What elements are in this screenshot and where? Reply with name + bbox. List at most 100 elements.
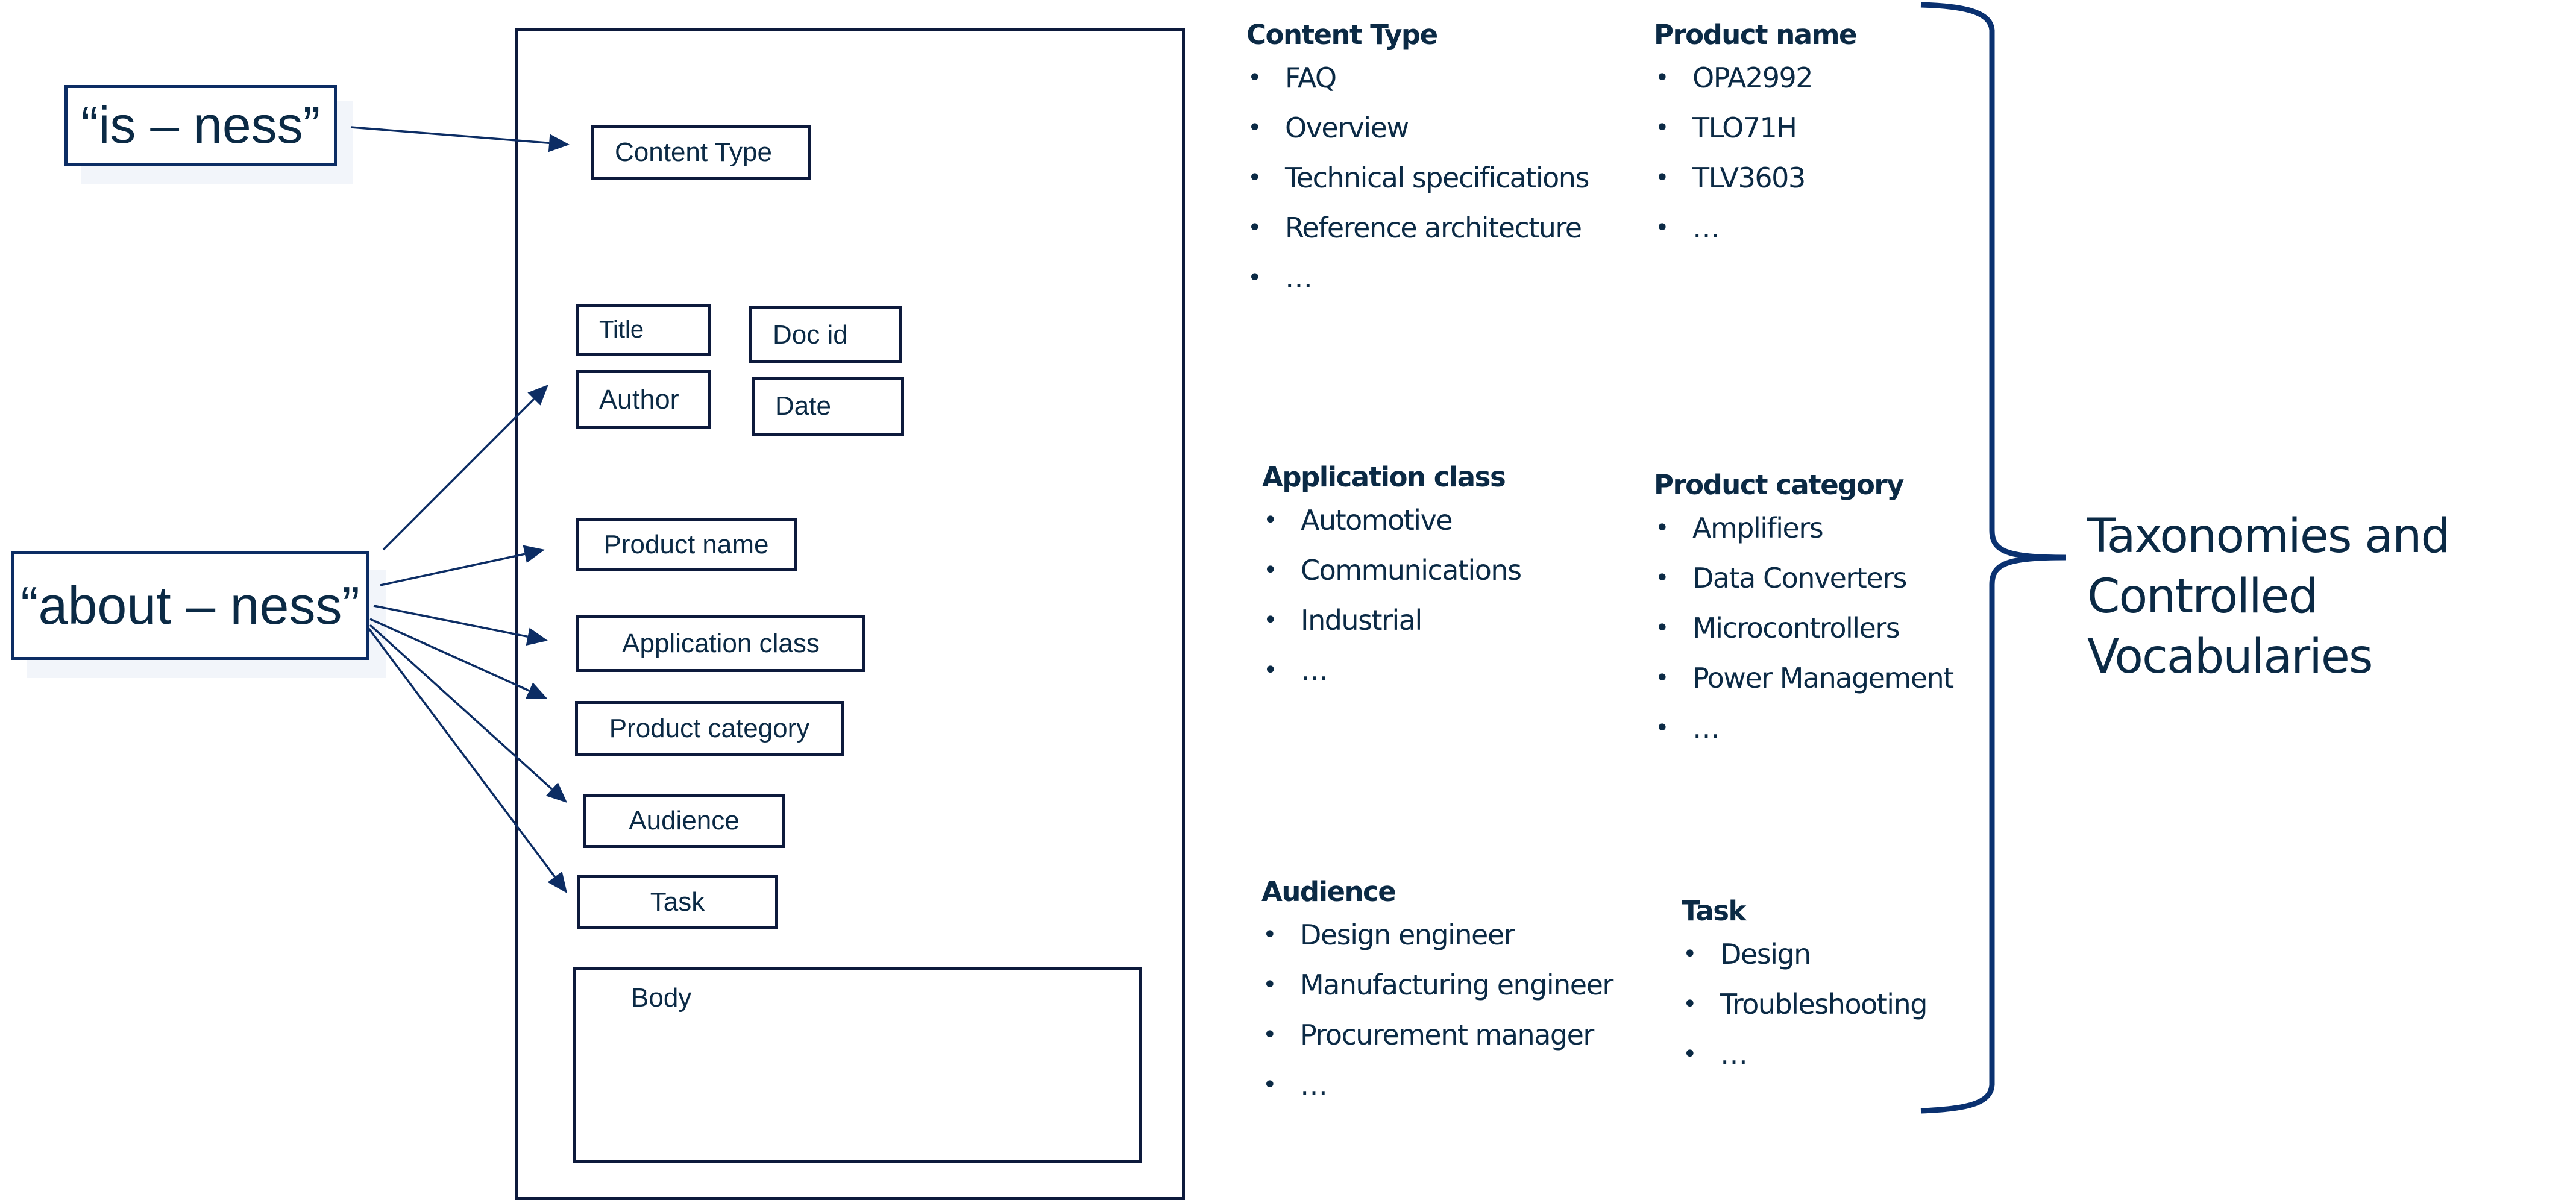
vocab-item: • Communications [1262, 545, 1522, 595]
vocab-item-label: Communications [1301, 554, 1522, 586]
vocab-product-category: Product category • Amplifiers • Data Conver… [1654, 467, 1954, 753]
bullet-icon: • [1655, 614, 1670, 642]
vocab-item-label: … [1301, 654, 1328, 686]
vocab-item-label: Microcontrollers [1692, 612, 1900, 644]
vocab-item: • TLO71H [1654, 103, 1856, 153]
vocab-title: Task [1682, 895, 1746, 927]
vocab-audience: Audience • Design engineer • Manufacturing … [1261, 874, 1613, 1110]
vocab-item: • Data Converters [1654, 553, 1953, 603]
vocab-item-label: FAQ [1285, 61, 1337, 94]
vocab-content-type: Content Type • FAQ • Overview • Technical spe… [1246, 17, 1589, 303]
vocab-item-label: Manufacturing engineer [1300, 969, 1613, 1001]
bullet-icon: • [1248, 164, 1262, 192]
vocab-item-label: … [1692, 212, 1720, 244]
vocab-item: • Automotive [1262, 495, 1521, 545]
vocab-title: Application class [1262, 461, 1506, 493]
vocab-item: • Microcontrollers [1654, 603, 1953, 653]
vocab-list: • Automotive • Communications • Industrial •… [1262, 495, 1522, 696]
bullet-icon: • [1248, 264, 1262, 292]
vocab-item: •… [1246, 253, 1589, 303]
vocab-item: • Manufacturing engineer [1261, 960, 1613, 1010]
arrow-aboutness-to-audience-shaft [369, 624, 553, 790]
taxonomies-label-line: Vocabularies [2087, 630, 2373, 684]
bullet-icon: • [1248, 214, 1262, 242]
bullet-icon: • [1683, 940, 1697, 968]
vocab-item-label: Troubleshooting [1720, 988, 1927, 1020]
vocab-item: •… [1261, 1060, 1613, 1110]
vocab-item-label: Procurement manager [1300, 1019, 1594, 1051]
bullet-icon: • [1263, 971, 1277, 999]
vocab-item: •… [1654, 703, 1953, 753]
vocab-item-label: TLV3603 [1692, 162, 1806, 194]
vocab-item: •… [1654, 203, 1856, 253]
vocab-item: • Industrial [1262, 595, 1521, 646]
vocab-list: • Amplifiers • Data Converters • Microcontrol… [1654, 503, 1954, 753]
bullet-icon: • [1263, 1021, 1277, 1049]
arrow-aboutness-to-product-category-shaft [369, 618, 530, 692]
vocab-application-class: Application class • Automotive • Communicat… [1262, 459, 1522, 696]
bullet-icon: • [1683, 990, 1697, 1018]
vocab-item: •… [1682, 1029, 1927, 1079]
vocab-list: • Design • Troubleshooting •… [1682, 929, 1927, 1079]
bullet-icon: • [1248, 114, 1262, 142]
vocab-title: Audience [1261, 876, 1396, 908]
vocab-item: • Troubleshooting [1682, 979, 1927, 1029]
vocab-item-label: Technical specifications [1285, 162, 1589, 194]
vocab-item: • Technical specifications [1246, 153, 1589, 203]
bullet-icon: • [1655, 64, 1670, 92]
vocab-item: • Design engineer [1261, 910, 1613, 960]
vocab-item-label: … [1720, 1038, 1748, 1070]
vocab-item-label: Overview [1285, 112, 1409, 144]
bullet-icon: • [1263, 506, 1278, 534]
vocab-item-label: … [1692, 712, 1720, 744]
bullet-icon: • [1263, 606, 1278, 634]
bullet-icon: • [1655, 714, 1670, 742]
vocab-item: • FAQ [1246, 53, 1589, 103]
vocab-list: • Design engineer • Manufacturing engineer •… [1261, 910, 1613, 1110]
bullet-icon: • [1263, 656, 1278, 684]
vocab-item: •… [1262, 646, 1521, 696]
bullet-icon: • [1248, 64, 1262, 92]
vocab-item: • OPA2992 [1654, 53, 1856, 103]
bullet-icon: • [1655, 564, 1670, 592]
vocab-item-label: OPA2992 [1692, 61, 1814, 94]
vocab-item: • Design [1682, 929, 1927, 979]
vocab-item: • Power Management [1654, 653, 1954, 703]
bullet-icon: • [1655, 214, 1670, 242]
arrow-aboutness-to-application-class-head-icon [526, 627, 548, 646]
vocab-list: • OPA2992 • TLO71H • TLV3603 •… [1654, 53, 1856, 253]
vocab-item-label: Design [1720, 938, 1811, 970]
arrow-aboutness-to-task-shaft [368, 627, 556, 878]
vocab-item-label: Reference architecture [1285, 212, 1582, 244]
vocab-title: Content Type [1246, 19, 1438, 51]
vocab-item-label: Industrial [1301, 604, 1422, 636]
bullet-icon: • [1263, 1071, 1277, 1099]
vocab-item-label: Amplifiers [1692, 512, 1824, 544]
bullet-icon: • [1655, 114, 1670, 142]
vocab-item: • Overview [1246, 103, 1589, 153]
vocab-item: • Amplifiers [1654, 503, 1953, 553]
vocab-item: • Reference architecture [1246, 203, 1589, 253]
arrow-aboutness-to-product-name-shaft [380, 553, 526, 586]
taxonomies-label-line: Controlled [2087, 570, 2318, 624]
diagram-canvas: “is – ness” “about – ness” Content Type … [0, 0, 2576, 1200]
arrow-isness-to-content-type-shaft [350, 126, 550, 145]
arrow-aboutness-to-author-shaft [382, 398, 535, 551]
vocab-task: Task • Design • Troubleshooting •… [1682, 893, 1927, 1079]
vocab-item-label: Design engineer [1300, 919, 1515, 951]
bullet-icon: • [1683, 1040, 1697, 1068]
bullet-icon: • [1655, 514, 1670, 542]
vocab-item: • TLV3603 [1654, 153, 1856, 203]
vocab-title: Product category [1654, 469, 1904, 501]
bullet-icon: • [1263, 921, 1277, 949]
vocab-item-label: … [1285, 262, 1313, 294]
arrow-aboutness-to-product-name-head-icon [523, 545, 545, 563]
vocab-list: • FAQ • Overview • Technical specifications • R… [1246, 53, 1589, 303]
vocab-item-label: Automotive [1301, 504, 1453, 536]
bullet-icon: • [1655, 664, 1670, 692]
vocab-item-label: Data Converters [1692, 562, 1908, 594]
arrow-aboutness-to-task-head-icon [547, 871, 567, 893]
taxonomies-label: Taxonomies and Controlled Vocabularies [2087, 506, 2451, 687]
bullet-icon: • [1655, 164, 1670, 192]
taxonomies-label-line: Taxonomies and [2087, 509, 2451, 564]
